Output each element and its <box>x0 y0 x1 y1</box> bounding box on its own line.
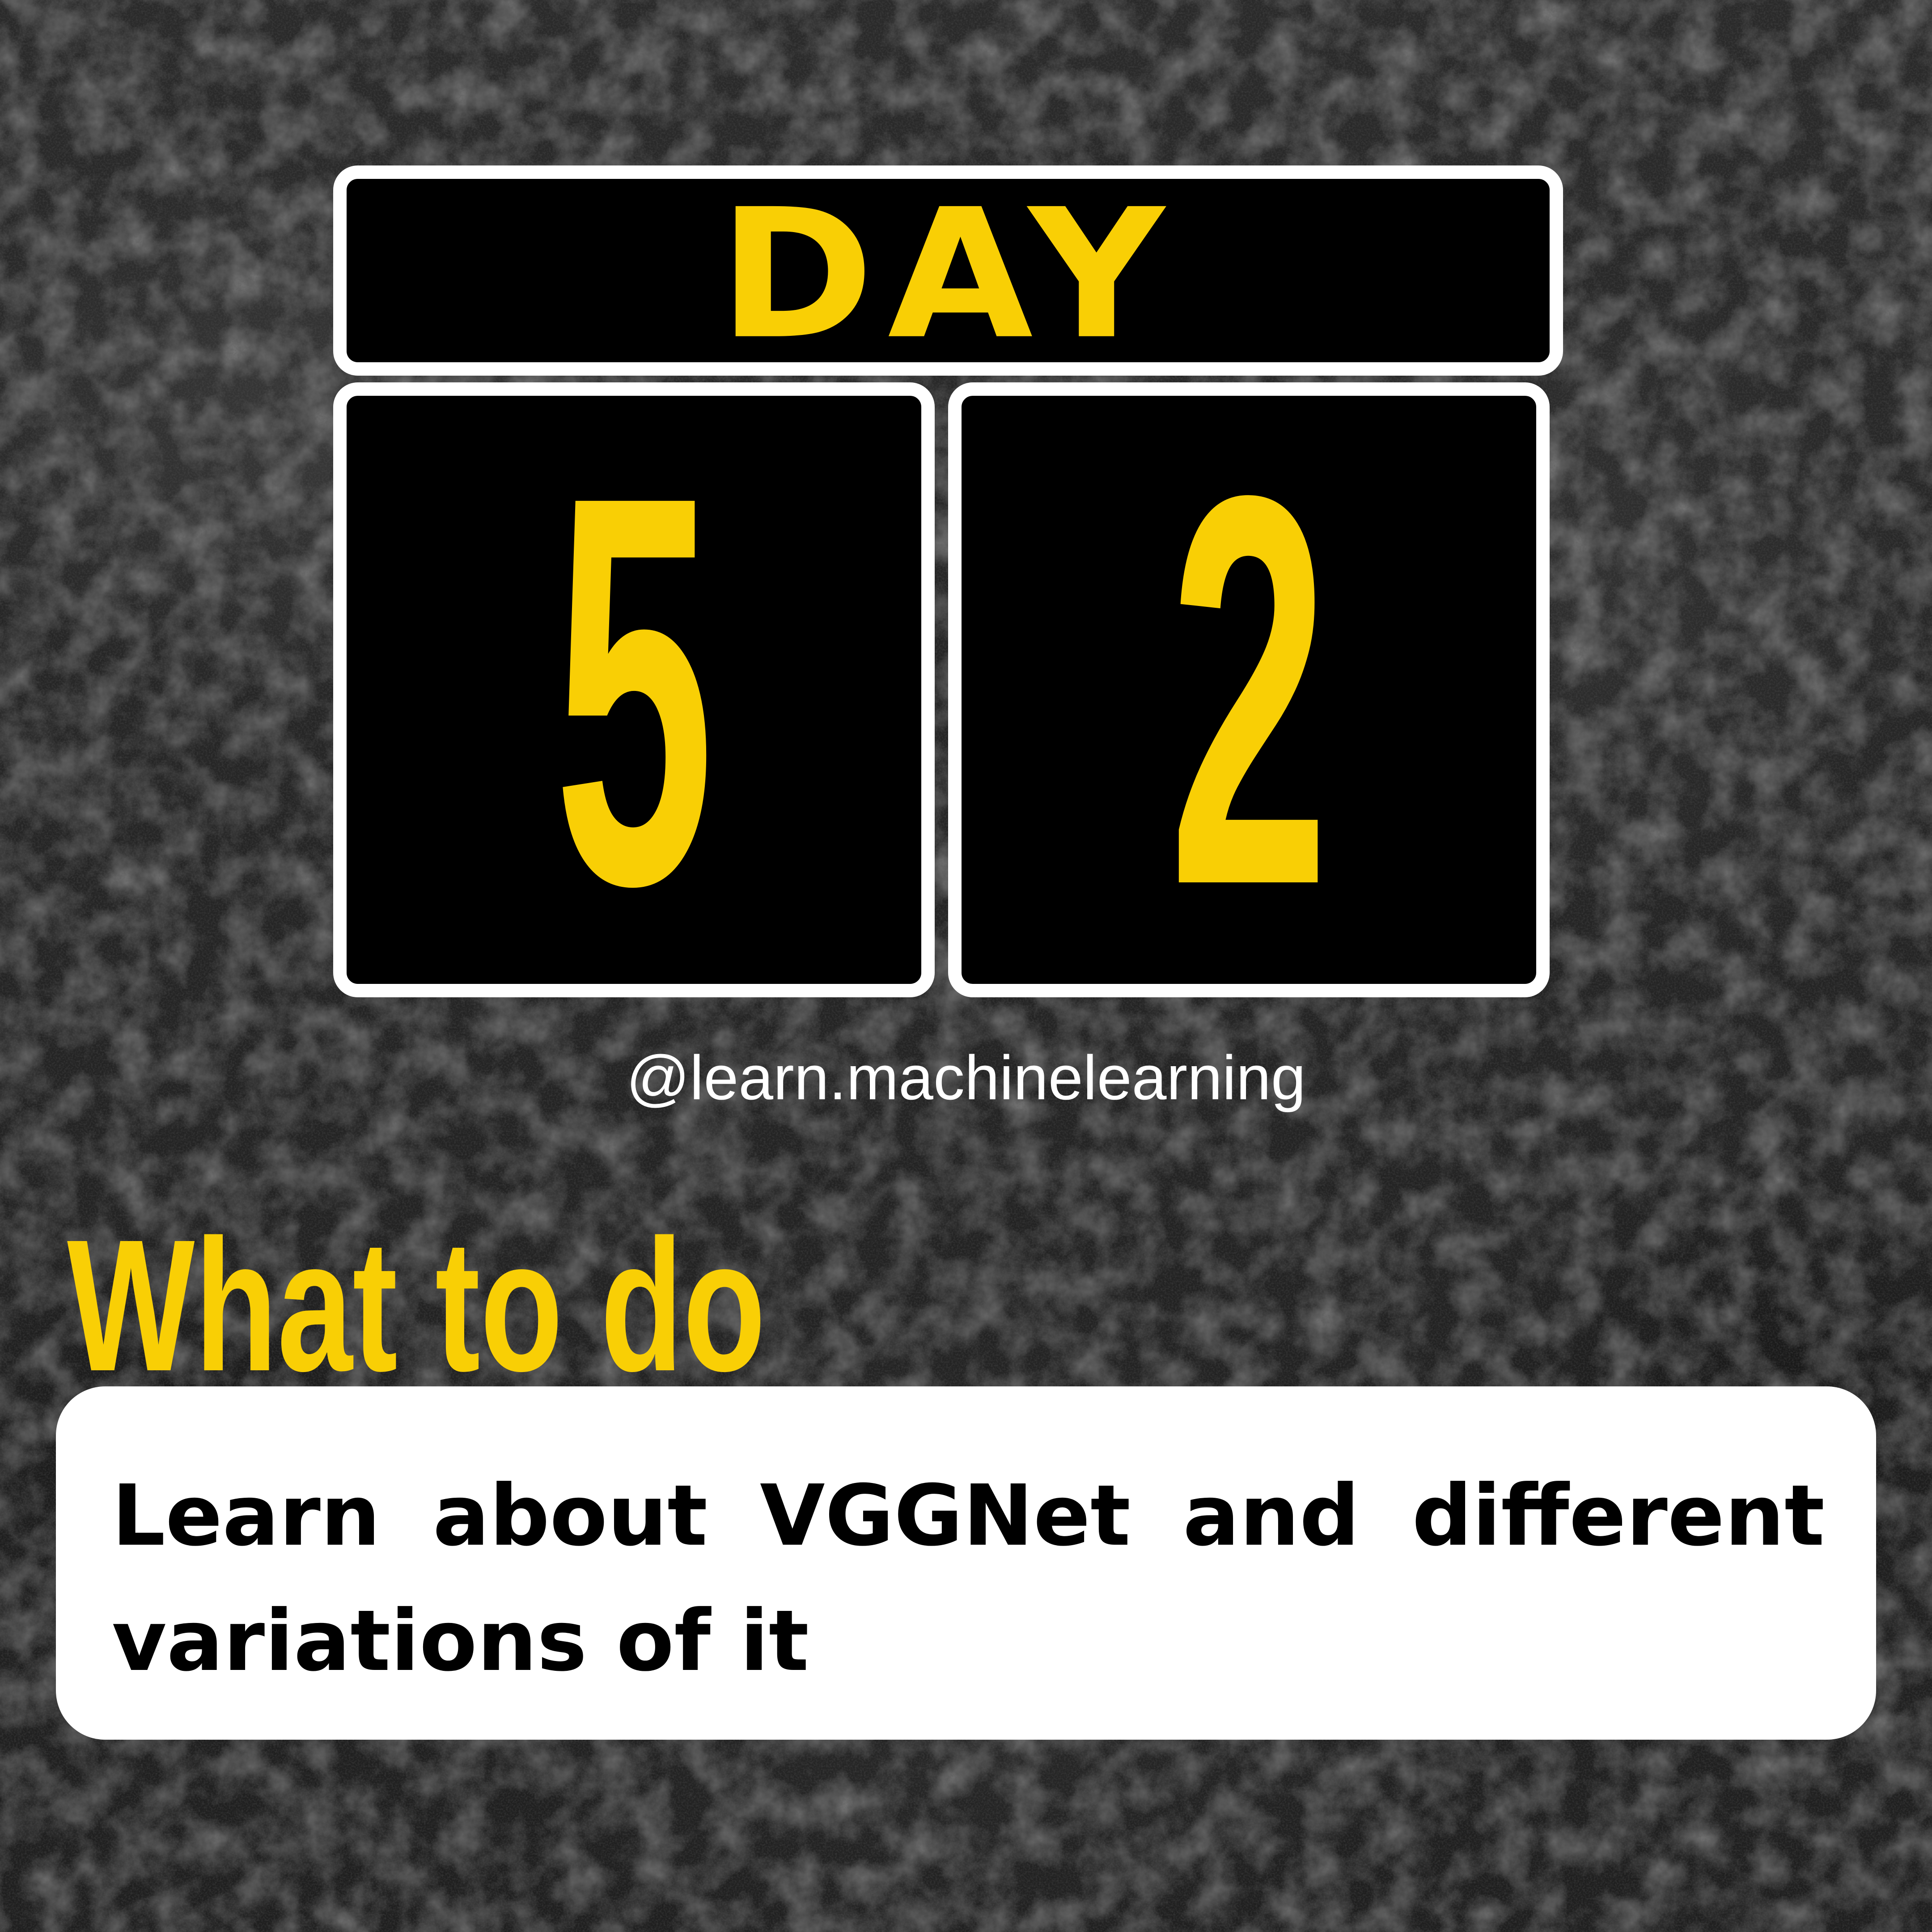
day-digit-panel-tens: 5 <box>333 382 935 997</box>
day-label: DAY <box>718 171 1178 379</box>
day-digit-tens: 5 <box>554 382 714 997</box>
social-handle: @learn.machinelearning <box>626 1042 1306 1113</box>
day-digit-ones: 2 <box>1169 382 1329 997</box>
day-header-panel: DAY <box>333 165 1563 376</box>
section-heading: What to do <box>67 1201 766 1411</box>
day-digit-panel-ones: 2 <box>948 382 1550 997</box>
poster-canvas: DAY 5 2 @learn.machinelearning What to d… <box>0 0 1932 1932</box>
task-description: Learn about VGGNet and different variati… <box>112 1467 1825 1690</box>
task-card: Learn about VGGNet and different variati… <box>56 1386 1876 1740</box>
